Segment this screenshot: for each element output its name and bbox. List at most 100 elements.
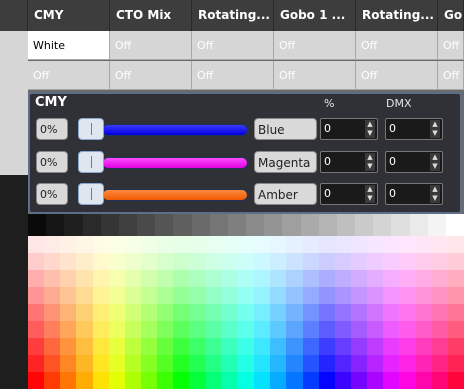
color-swatch[interactable] [431,287,448,304]
color-swatch[interactable] [92,355,109,372]
color-swatch[interactable] [431,372,448,389]
color-swatch[interactable] [447,253,464,270]
color-swatch[interactable] [157,355,174,372]
color-swatch[interactable] [221,338,238,355]
color-swatch[interactable] [157,321,174,338]
gray-swatch[interactable] [427,214,446,236]
color-swatch[interactable] [318,338,335,355]
color-swatch[interactable] [60,355,77,372]
color-swatch[interactable] [28,253,45,270]
color-swatch[interactable] [350,236,368,253]
color-swatch[interactable] [92,287,109,304]
color-swatch[interactable] [92,253,109,270]
color-swatch[interactable] [108,253,125,270]
color-swatch[interactable] [60,236,77,253]
color-swatch[interactable] [221,270,238,287]
gray-swatch[interactable] [264,214,283,236]
color-swatch[interactable] [76,287,93,304]
color-swatch[interactable] [383,270,400,287]
color-swatch[interactable] [399,304,416,321]
color-swatch[interactable] [350,287,368,304]
color-swatch[interactable] [124,372,142,389]
color-swatch[interactable] [302,355,319,372]
color-swatch[interactable] [447,321,464,338]
color-swatch[interactable] [383,338,400,355]
color-swatch[interactable] [141,355,158,372]
spin-arrows-icon[interactable]: ▲ ▼ [430,153,440,171]
color-swatch[interactable] [205,321,222,338]
color-swatch[interactable] [383,236,400,253]
color-swatch[interactable] [237,304,255,321]
gray-swatch[interactable] [282,214,301,236]
color-swatch[interactable] [124,270,142,287]
color-swatch[interactable] [157,304,174,321]
table-cell[interactable]: Off [274,31,356,60]
color-swatch[interactable] [189,270,206,287]
color-swatch[interactable] [399,270,416,287]
column-header-rotating-1[interactable]: Rotating... [192,0,274,31]
color-swatch[interactable] [431,236,448,253]
amber-dmx-spinbox[interactable]: 0 ▲ ▼ [385,183,443,205]
color-swatch[interactable] [447,270,464,287]
color-swatch[interactable] [367,321,384,338]
color-swatch[interactable] [399,355,416,372]
color-swatch[interactable] [286,287,303,304]
color-swatch[interactable] [350,270,368,287]
amber-percent-button[interactable]: 0% [36,183,68,205]
color-swatch[interactable] [350,253,368,270]
color-swatch[interactable] [286,304,303,321]
gray-swatch[interactable] [173,214,192,236]
magenta-percent-button[interactable]: 0% [36,151,68,173]
color-swatch[interactable] [383,372,400,389]
color-swatch[interactable] [76,270,93,287]
color-swatch[interactable] [141,304,158,321]
color-swatch[interactable] [237,321,255,338]
color-swatch[interactable] [367,372,384,389]
color-swatch[interactable] [334,270,351,287]
color-swatch[interactable] [221,355,238,372]
color-swatch[interactable] [431,321,448,338]
color-swatch[interactable] [302,321,319,338]
color-swatch[interactable] [173,287,190,304]
color-swatch[interactable] [76,253,93,270]
color-swatch[interactable] [141,321,158,338]
color-swatch[interactable] [286,236,303,253]
color-swatch[interactable] [415,355,432,372]
color-swatch[interactable] [60,321,77,338]
color-swatch[interactable] [286,372,303,389]
color-swatch[interactable] [108,372,125,389]
color-swatch[interactable] [286,355,303,372]
color-swatch[interactable] [124,355,142,372]
gray-swatch[interactable] [137,214,156,236]
color-swatch[interactable] [124,236,142,253]
color-swatch[interactable] [92,338,109,355]
color-swatch[interactable] [44,321,61,338]
gray-swatch[interactable] [64,214,83,236]
color-swatch[interactable] [92,236,109,253]
color-swatch[interactable] [334,304,351,321]
gray-swatch[interactable] [445,214,464,236]
color-swatch[interactable] [108,270,125,287]
color-swatch[interactable] [399,236,416,253]
color-swatch[interactable] [431,355,448,372]
color-swatch[interactable] [286,338,303,355]
blue-slider-track[interactable] [102,124,248,136]
color-swatch[interactable] [431,338,448,355]
gray-swatch[interactable] [100,214,119,236]
color-swatch[interactable] [60,253,77,270]
color-swatch[interactable] [221,304,238,321]
table-cell[interactable]: Off [438,31,464,60]
color-swatch[interactable] [367,253,384,270]
amber-percent-spinbox[interactable]: 0 ▲ ▼ [320,183,378,205]
color-swatch[interactable] [254,253,271,270]
color-swatch[interactable] [367,270,384,287]
table-cell[interactable]: Off [110,61,192,90]
blue-name-button[interactable]: Blue [254,118,317,140]
color-swatch[interactable] [399,372,416,389]
color-swatch[interactable] [76,321,93,338]
color-swatch[interactable] [318,270,335,287]
color-swatch[interactable] [415,304,432,321]
color-swatch[interactable] [28,372,45,389]
color-swatch[interactable] [44,287,61,304]
color-swatch[interactable] [334,338,351,355]
